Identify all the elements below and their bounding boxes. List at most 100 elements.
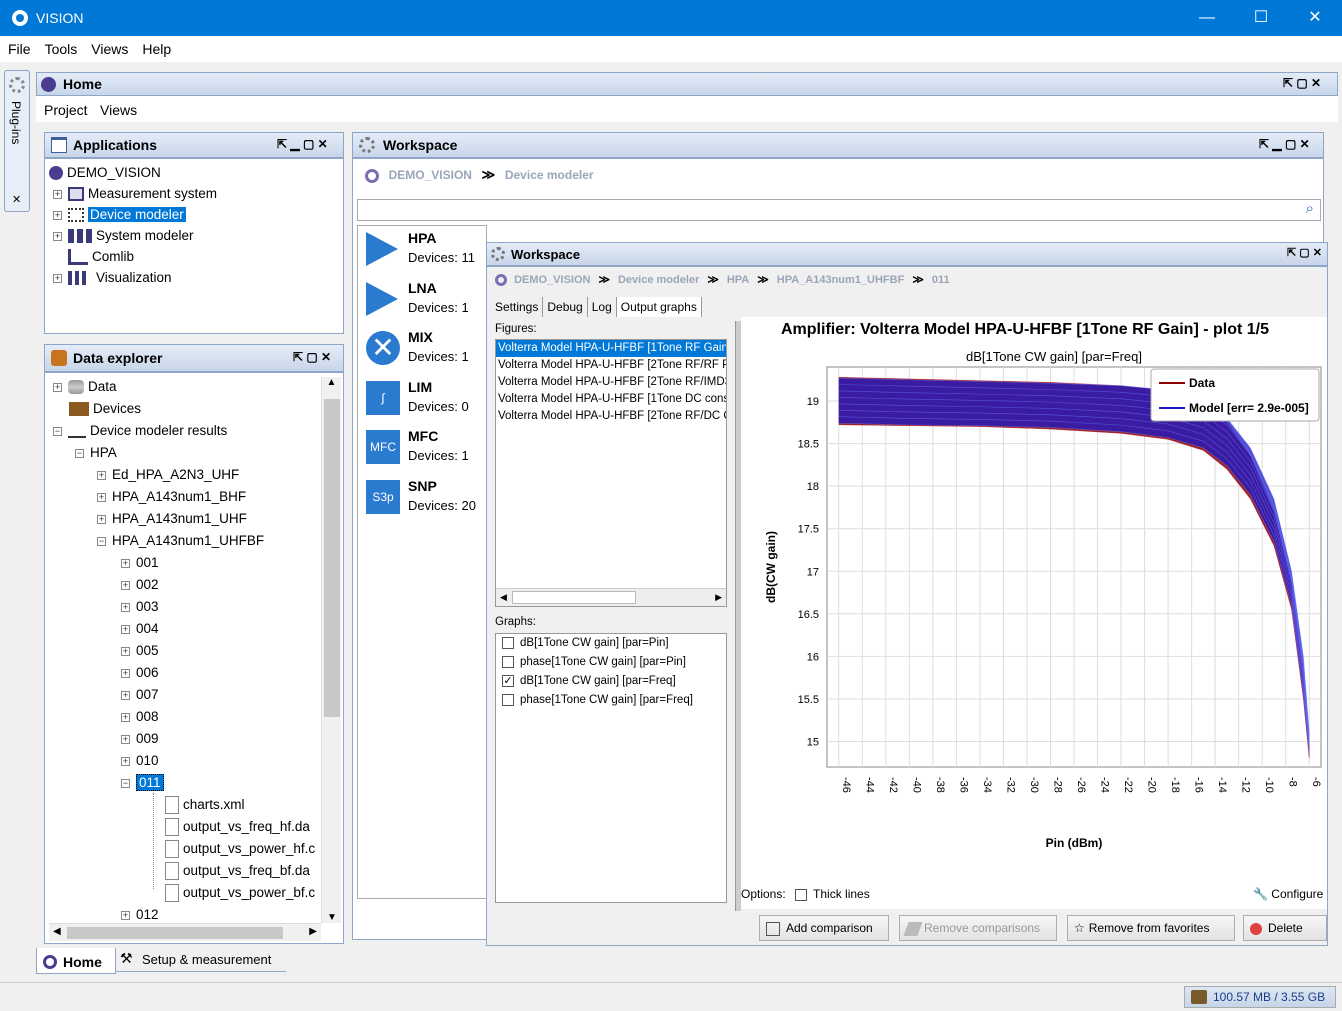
graph-checkbox[interactable] [502, 694, 514, 706]
graph-item[interactable]: ✓ dB[1Tone CW gain] [par=Freq] [502, 675, 676, 687]
scroll-thumb[interactable] [324, 399, 340, 717]
plugins-sidebar[interactable]: Plug-ins ✕ [4, 70, 30, 212]
collapse-icon[interactable]: − [53, 426, 62, 436]
maximize-button[interactable]: ☐ [1234, 0, 1288, 36]
remove-comparisons-button[interactable]: Remove comparisons [899, 915, 1057, 941]
graph-checkbox[interactable] [502, 656, 514, 668]
bottom-tab-setup[interactable]: ⚒ Setup & measurement [116, 948, 286, 972]
memory-indicator[interactable]: 100.57 MB / 3.55 GB [1184, 986, 1336, 1008]
expand-icon[interactable]: + [121, 558, 130, 568]
graph-checkbox[interactable] [502, 637, 514, 649]
home-panel-controls[interactable]: ⇱ ▢ ✕ [1283, 76, 1321, 90]
tree-node[interactable]: output_vs_freq_hf.da [165, 817, 310, 837]
tree-node[interactable]: Devices [69, 399, 141, 419]
workspace-controls[interactable]: ⇱ ▁ ▢ ✕ [1259, 137, 1310, 151]
tree-node[interactable]: +002 [121, 575, 159, 595]
tab-debug[interactable]: Debug [543, 297, 588, 317]
expand-icon[interactable]: + [121, 602, 130, 612]
breadcrumb-item[interactable]: DEMO_VISION [514, 274, 590, 286]
tree-node[interactable]: + Ed_HPA_A2N3_UHF [97, 465, 239, 485]
close-button[interactable]: ✕ [1288, 0, 1342, 36]
app-comlib[interactable]: Comlib [68, 247, 134, 267]
expand-icon[interactable]: + [121, 624, 130, 634]
expand-icon[interactable]: + [121, 668, 130, 678]
breadcrumb-item[interactable]: HPA_A143num1_UHFBF [777, 274, 905, 286]
expand-icon[interactable]: + [121, 580, 130, 590]
expand-icon[interactable]: + [97, 492, 106, 502]
app-mfc[interactable]: MFC MFC Devices: 1 [362, 424, 482, 472]
minimize-button[interactable]: — [1180, 0, 1234, 36]
hscroll-thumb[interactable] [67, 927, 283, 939]
tree-node[interactable]: +012 [121, 905, 159, 925]
breadcrumb-item[interactable]: Device modeler [505, 168, 594, 182]
expand-icon[interactable]: + [121, 646, 130, 656]
menu-file[interactable]: File [0, 36, 37, 57]
tree-node[interactable]: +010 [121, 751, 159, 771]
figure-item[interactable]: Volterra Model HPA-U-HFBF [2Tone RF/RF P… [496, 357, 726, 374]
tree-node[interactable]: − HPA [75, 443, 117, 463]
explorer-hscrollbar[interactable]: ◀ ▶ [49, 923, 321, 941]
app-mix[interactable]: ✕ MIX Devices: 1 [362, 325, 482, 373]
tree-node[interactable]: output_vs_power_bf.c [165, 883, 315, 903]
tab-settings[interactable]: Settings [491, 297, 544, 317]
expand-icon[interactable]: + [121, 910, 130, 920]
app-device-modeler[interactable]: + Device modeler [53, 205, 186, 225]
expand-icon[interactable]: + [121, 712, 130, 722]
thick-lines-checkbox[interactable] [795, 888, 808, 901]
app-snp[interactable]: S3p SNP Devices: 20 [362, 474, 482, 522]
tree-node[interactable]: +003 [121, 597, 159, 617]
tree-node[interactable]: output_vs_power_hf.c [165, 839, 315, 859]
collapse-icon[interactable]: − [75, 448, 84, 458]
add-comparison-button[interactable]: Add comparison [759, 915, 889, 941]
breadcrumb-item[interactable]: 011 [932, 274, 950, 286]
configure-button[interactable]: 🔧 Configure [1253, 887, 1323, 901]
scroll-right-icon[interactable]: ▶ [309, 926, 317, 937]
app-system-modeler[interactable]: + System modeler [53, 226, 194, 246]
expand-icon[interactable]: + [53, 382, 62, 392]
menu-project[interactable]: Project [44, 102, 88, 118]
expand-icon[interactable]: + [121, 756, 130, 766]
graph-item[interactable]: phase[1Tone CW gain] [par=Pin] [502, 656, 686, 668]
graph-item[interactable]: dB[1Tone CW gain] [par=Pin] [502, 637, 669, 649]
tree-node[interactable]: − HPA_A143num1_UHFBF [97, 531, 264, 551]
remove-from-favorites-button[interactable]: ☆ Remove from favorites [1067, 915, 1235, 941]
tree-node[interactable]: +008 [121, 707, 159, 727]
tree-node[interactable]: +006 [121, 663, 159, 683]
expand-icon[interactable]: + [121, 690, 130, 700]
data-explorer-controls[interactable]: ⇱ ▢ ✕ [293, 350, 331, 364]
tree-node[interactable]: −011 [121, 773, 164, 793]
search-icon[interactable]: ⌕ [1306, 200, 1314, 217]
tab-log[interactable]: Log [588, 297, 617, 317]
scroll-up-icon[interactable]: ▲ [322, 377, 341, 388]
explorer-vscrollbar[interactable]: ▲ ▼ [321, 377, 341, 923]
tree-node[interactable]: − Device modeler results [53, 421, 227, 441]
tree-node[interactable]: + Data [53, 377, 117, 397]
tree-node[interactable]: +004 [121, 619, 159, 639]
app-measurement-system[interactable]: + Measurement system [53, 184, 217, 204]
app-hpa[interactable]: HPA Devices: 11 [362, 226, 482, 274]
tree-node[interactable]: +005 [121, 641, 159, 661]
expand-icon[interactable]: + [121, 734, 130, 744]
figure-item[interactable]: Volterra Model HPA-U-HFBF [2Tone RF/IMD3… [496, 374, 726, 391]
figures-hscrollbar[interactable]: ◀ ▶ [496, 588, 726, 606]
workspace-search-input[interactable]: ⌕ [357, 199, 1321, 221]
collapse-icon[interactable]: − [97, 536, 106, 546]
inner-workspace-controls[interactable]: ⇱ ▢ ✕ [1287, 246, 1322, 259]
figure-item[interactable]: Volterra Model HPA-U-HFBF [2Tone RF/DC C… [496, 408, 726, 425]
breadcrumb-item[interactable]: HPA [727, 274, 749, 286]
close-icon[interactable]: ✕ [12, 193, 21, 206]
tree-node[interactable]: +001 [121, 553, 159, 573]
tree-node[interactable]: charts.xml [165, 795, 245, 815]
tree-node[interactable]: output_vs_freq_bf.da [165, 861, 310, 881]
menu-tools[interactable]: Tools [37, 36, 84, 57]
delete-button[interactable]: Delete [1243, 915, 1327, 941]
breadcrumb-item[interactable]: DEMO_VISION [389, 168, 472, 182]
figure-item[interactable]: Volterra Model HPA-U-HFBF [1Tone DC cons… [496, 391, 726, 408]
figure-item[interactable]: Volterra Model HPA-U-HFBF [1Tone RF Gain… [496, 340, 726, 357]
menu-views[interactable]: Views [83, 36, 134, 57]
tree-root[interactable]: DEMO_VISION [49, 163, 161, 183]
applications-controls[interactable]: ⇱ ▁ ▢ ✕ [277, 137, 328, 151]
hscroll-thumb[interactable] [512, 591, 636, 604]
scroll-left-icon[interactable]: ◀ [53, 926, 61, 937]
graph-item[interactable]: phase[1Tone CW gain] [par=Freq] [502, 694, 693, 706]
